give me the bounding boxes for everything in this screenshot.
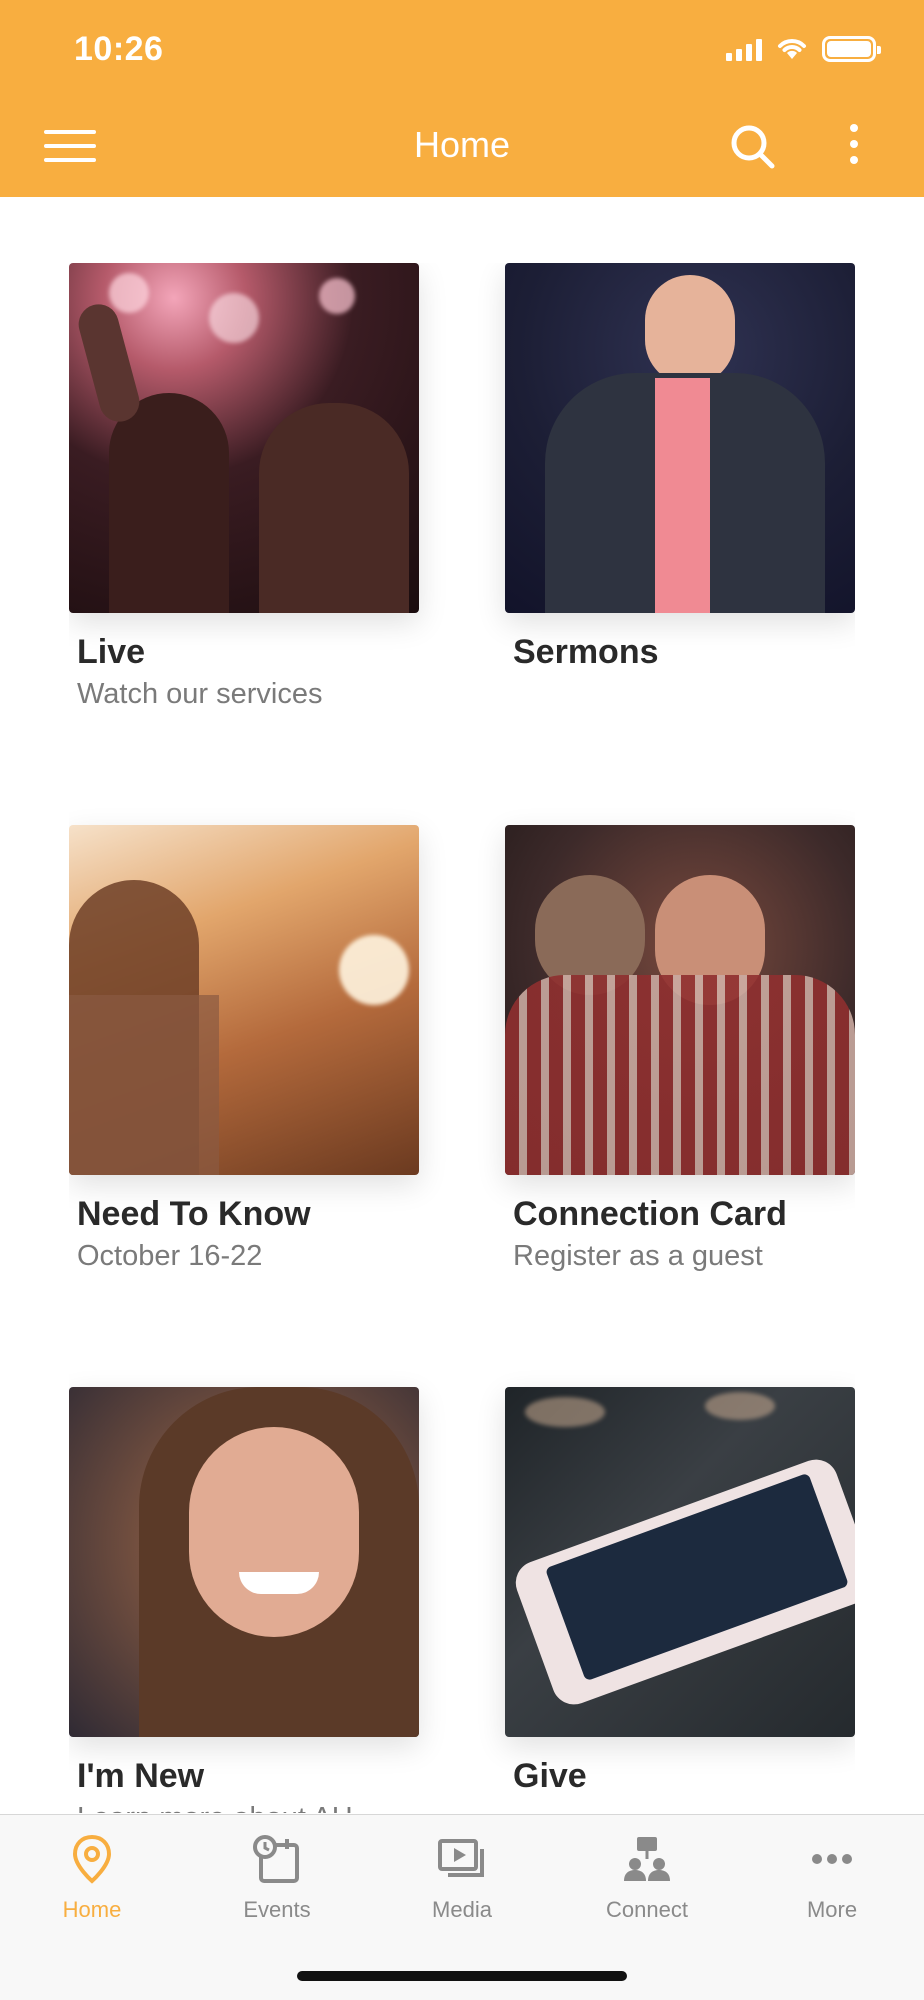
tab-label: Media <box>432 1897 492 1922</box>
page-title: Home <box>413 124 511 165</box>
calendar-clock-icon <box>253 1835 299 1883</box>
live-photo <box>69 263 419 613</box>
tab-label: Connect <box>606 1897 688 1922</box>
card-title: Give <box>513 1757 587 1795</box>
card-subtitle: Learn more about AH <box>69 1802 419 1813</box>
card-title: I'm New <box>77 1757 205 1795</box>
card-subtitle: Register as a guest <box>513 1240 763 1272</box>
people-icon <box>624 1837 670 1881</box>
card-title: Connection Card <box>513 1195 787 1233</box>
card-give[interactable]: Give <box>505 1387 855 1802</box>
im-new-photo <box>69 1387 419 1737</box>
status-icons <box>726 36 881 62</box>
home-indicator <box>297 1971 627 1981</box>
tab-bar: Home Events Media Connect More <box>0 1814 924 2000</box>
card-title: Live <box>77 633 146 671</box>
search-icon[interactable] <box>728 122 778 172</box>
card-sermons[interactable]: Sermons <box>505 263 855 678</box>
connection-card-photo <box>505 825 855 1175</box>
tab-media[interactable]: Media <box>392 1833 532 1923</box>
card-title: Sermons <box>513 633 659 671</box>
tab-label: Home <box>62 1897 122 1922</box>
home-grid: Live Watch our services Sermons Need To … <box>69 263 855 1813</box>
more-options-icon[interactable] <box>842 124 866 174</box>
card-im-new[interactable]: I'm New Learn more about AH <box>69 1387 419 1813</box>
wifi-icon <box>778 39 806 59</box>
tab-home[interactable]: Home <box>22 1833 162 1923</box>
tab-label: More <box>806 1897 858 1922</box>
tab-connect[interactable]: Connect <box>577 1833 717 1923</box>
card-live[interactable]: Live Watch our services <box>69 263 419 711</box>
signal-icon <box>726 37 762 61</box>
sermons-photo <box>505 263 855 613</box>
card-subtitle: October 16-22 <box>77 1240 263 1272</box>
tab-more[interactable]: More <box>762 1833 902 1923</box>
card-need-to-know[interactable]: Need To Know October 16-22 <box>69 825 419 1273</box>
tab-events[interactable]: Events <box>207 1833 347 1923</box>
give-photo <box>505 1387 855 1737</box>
more-dots-icon <box>812 1854 852 1864</box>
location-pin-icon <box>72 1834 112 1884</box>
status-time: 10:26 <box>74 30 164 68</box>
need-to-know-photo <box>69 825 419 1175</box>
app-header: 10:26 Home <box>0 0 924 197</box>
battery-icon <box>822 36 881 62</box>
media-play-icon <box>438 1839 484 1877</box>
card-subtitle: Watch our services <box>77 678 323 710</box>
card-connection-card[interactable]: Connection Card Register as a guest <box>505 825 855 1273</box>
card-title: Need To Know <box>77 1195 311 1233</box>
tab-label: Events <box>243 1897 311 1922</box>
